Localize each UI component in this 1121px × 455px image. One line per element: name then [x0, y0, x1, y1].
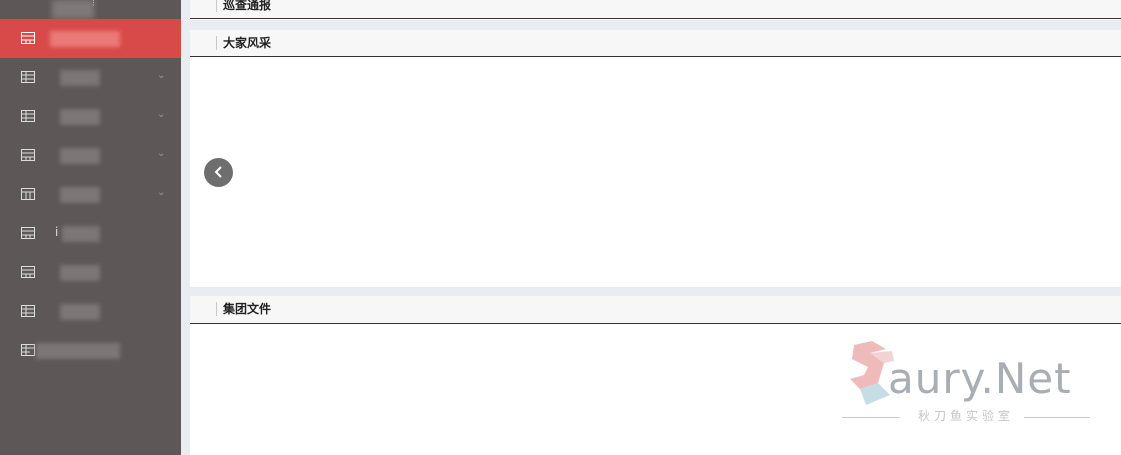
sidebar-item-8[interactable] [0, 292, 181, 331]
sidebar-item-label-blurred [60, 265, 100, 281]
sidebar-item-3[interactable]: ⌄ [0, 97, 181, 136]
table-columns-icon [21, 188, 35, 200]
chevron-left-icon [214, 163, 224, 182]
sidebar-item-label-blurred [60, 148, 100, 164]
sidebar-item-1[interactable] [0, 19, 181, 58]
table-window-icon [21, 32, 35, 44]
sidebar-header: ⁝ [0, 0, 181, 19]
panel-header: 巡查通报 [190, 0, 1121, 19]
chevron-down-icon: ⌄ [157, 148, 166, 159]
table-window-icon [21, 149, 35, 161]
sidebar-item-9[interactable] [0, 331, 181, 370]
panel-header: 大家风采 [190, 30, 1121, 57]
sidebar-item-4[interactable]: ⌄ [0, 136, 181, 175]
sidebar-header-blurred-text [52, 0, 94, 19]
chevron-down-icon: ⌄ [157, 187, 166, 198]
panel-title: 集团文件 [216, 302, 271, 316]
watermark-brand: aury.Net [888, 354, 1072, 403]
panel-header: 集团文件 [190, 296, 1121, 324]
sidebar-item-label-blurred [60, 70, 100, 86]
panel-inspection-report: 巡查通报 [190, 0, 1121, 20]
table-grid-icon [21, 110, 35, 122]
sidebar-item-label-blurred [60, 109, 100, 125]
sidebar-item-2[interactable]: ⌄ [0, 58, 181, 97]
carousel-prev-button[interactable] [204, 158, 233, 187]
watermark: aury.Net 秋刀鱼实验室 [840, 337, 1095, 429]
sidebar-item-glyph: i [55, 225, 59, 239]
table-window-icon [21, 227, 35, 239]
chevron-down-icon: ⌄ [157, 70, 166, 81]
table-grid-icon [21, 305, 35, 317]
table-grid-icon [21, 71, 35, 83]
sidebar-item-label-blurred [60, 187, 100, 203]
panel-title: 大家风采 [216, 36, 271, 50]
sidebar-item-label-blurred [62, 226, 100, 242]
panel-everyone-style: 大家风采 [190, 30, 1121, 287]
table-list-icon [21, 344, 35, 356]
table-window-icon [21, 266, 35, 278]
sidebar-item-label-blurred [36, 343, 120, 359]
chevron-down-icon: ⌄ [157, 109, 166, 120]
sidebar: ⁝ ⌄ ⌄ ⌄ ⌄ i [0, 0, 181, 455]
watermark-divider [1024, 417, 1090, 418]
watermark-subtitle: 秋刀鱼实验室 [917, 409, 1014, 423]
panel-title: 巡查通报 [216, 0, 271, 12]
sidebar-item-6[interactable]: i [0, 214, 181, 253]
sidebar-item-label-blurred [50, 31, 120, 47]
app-window: ⁝ ⌄ ⌄ ⌄ ⌄ i 巡查通报 大家风采 集团文件 aury.Net 秋刀鱼实… [0, 0, 1121, 455]
sidebar-item-7[interactable] [0, 253, 181, 292]
sidebar-item-5[interactable]: ⌄ [0, 175, 181, 214]
sidebar-item-label-blurred [60, 304, 100, 320]
sidebar-header-glyph: ⁝ [92, 0, 95, 9]
